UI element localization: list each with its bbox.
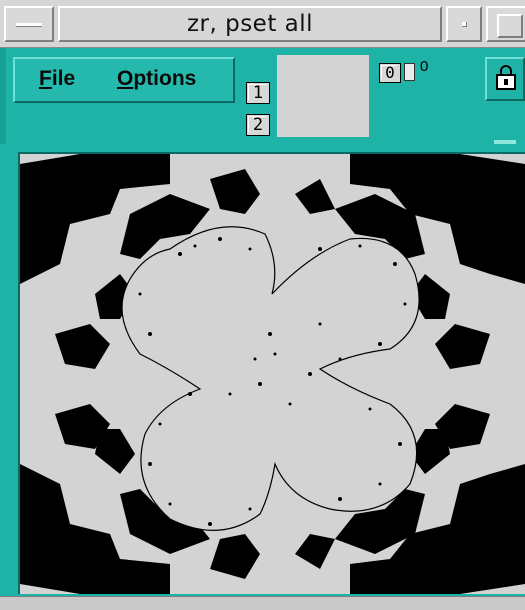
drawing-canvas[interactable]: [18, 152, 525, 594]
menu-file-mnemonic: F: [39, 67, 52, 90]
minimize-button[interactable]: [446, 6, 482, 42]
window-menu-button[interactable]: [4, 6, 54, 42]
lock-button[interactable]: [485, 57, 525, 101]
menu-bar: File Options: [13, 57, 235, 103]
button-1[interactable]: 1: [246, 82, 270, 104]
toggle-checkbox[interactable]: [404, 63, 415, 81]
button-2[interactable]: 2: [246, 114, 270, 136]
menu-options[interactable]: Options: [117, 67, 196, 91]
fractal-image: [20, 154, 525, 594]
minimize-icon: [462, 22, 467, 27]
menu-options-mnemonic: O: [117, 67, 134, 90]
window-menu-icon: [16, 23, 42, 27]
maximize-button[interactable]: [486, 6, 525, 42]
menu-file-label: ile: [51, 67, 76, 90]
lock-icon: [496, 65, 516, 90]
menu-options-label: ptions: [133, 67, 197, 90]
button-0[interactable]: 0: [379, 63, 401, 83]
menu-file[interactable]: File: [39, 67, 75, 91]
title-bar: zr, pset all: [0, 0, 525, 48]
status-strip: [0, 596, 525, 610]
maximize-icon: [497, 14, 523, 38]
color-swatch[interactable]: [277, 55, 369, 137]
window-title[interactable]: zr, pset all: [58, 6, 442, 42]
toggle-value: 0: [420, 58, 429, 75]
